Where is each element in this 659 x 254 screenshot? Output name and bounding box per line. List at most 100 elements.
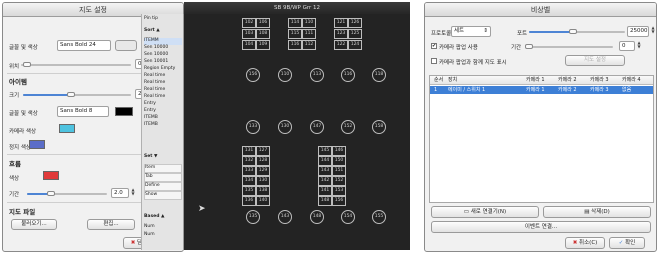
list-item[interactable]: Entry [144, 101, 182, 108]
parking-stall[interactable]: 128 [256, 156, 270, 166]
edit-button[interactable]: 편집... [87, 219, 135, 230]
column-header[interactable]: 카메라 2 [558, 76, 577, 85]
port-slider-knob[interactable] [569, 29, 577, 34]
camera-color-swatch[interactable] [59, 124, 75, 133]
parking-stall[interactable]: 111 [302, 29, 316, 39]
parking-stall[interactable]: 138 [256, 186, 270, 196]
position-slider-knob[interactable] [23, 62, 31, 67]
font-value-field[interactable]: Sans Bold 24 [57, 40, 111, 51]
parking-stall[interactable]: 135 [242, 186, 256, 196]
parking-stall[interactable]: 103 [242, 29, 256, 39]
parking-stall[interactable]: 108 [256, 29, 270, 39]
list-item[interactable]: Define [144, 182, 182, 191]
parking-stall[interactable]: 126 [348, 18, 362, 28]
parking-stall[interactable]: 124 [348, 40, 362, 50]
list-item[interactable]: Entry [144, 108, 182, 115]
size-slider[interactable] [23, 92, 131, 97]
camera-marker[interactable]: 152 [341, 120, 355, 134]
parking-stall[interactable]: 115 [288, 29, 302, 39]
interval-value-field[interactable]: 2.0 [111, 188, 129, 198]
map-settings-button[interactable]: 지도 설정 [565, 55, 625, 66]
camera-marker[interactable]: 154 [341, 210, 355, 224]
cancel-button[interactable]: ✖ 취소(C) [565, 237, 605, 249]
list-item[interactable]: Real time [144, 80, 182, 87]
camera-marker[interactable]: 130 [278, 120, 292, 134]
parking-stall[interactable]: 145 [318, 146, 332, 156]
period-stepper[interactable]: ▲ ▼ [637, 41, 641, 49]
list-item[interactable]: Tab [144, 173, 182, 182]
parking-stall[interactable]: 110 [302, 18, 316, 28]
column-header[interactable]: 장치 [448, 76, 457, 85]
parking-stall[interactable]: 123 [334, 29, 348, 39]
interval-slider[interactable] [27, 191, 107, 196]
parking-stall[interactable]: 109 [256, 40, 270, 50]
parking-stall[interactable]: 129 [256, 166, 270, 176]
list-item[interactable]: ITEMB [144, 122, 182, 129]
list-item[interactable]: Num [144, 224, 182, 232]
show-map-checkbox[interactable] [431, 58, 437, 64]
flow-color-swatch[interactable] [43, 171, 59, 180]
camera-marker[interactable]: 148 [310, 210, 324, 224]
parking-stall[interactable]: 116 [288, 40, 302, 50]
camera-marker[interactable]: 156 [246, 68, 260, 82]
port-slider[interactable] [529, 29, 625, 34]
parking-stall[interactable]: 114 [288, 18, 302, 28]
camera-marker[interactable]: 135 [246, 210, 260, 224]
parking-stall[interactable]: 102 [242, 18, 256, 28]
camera-marker[interactable]: 155 [372, 210, 386, 224]
list-item[interactable]: Show [144, 191, 182, 200]
event-connection-button[interactable]: 이벤트 연결... [431, 221, 651, 233]
icon-font-color-swatch[interactable] [115, 107, 133, 116]
parking-stall[interactable]: 153 [332, 186, 346, 196]
column-header[interactable]: 카메라 4 [622, 76, 641, 85]
parking-stall[interactable]: 131 [242, 146, 256, 156]
load-button[interactable]: 불러오기... [11, 219, 57, 230]
parking-stall[interactable]: 127 [256, 146, 270, 156]
parking-stall[interactable]: 130 [256, 176, 270, 186]
list-item[interactable]: Real time [144, 87, 182, 94]
size-slider-knob[interactable] [67, 92, 75, 97]
list-item[interactable]: Sen 10001 [144, 59, 182, 66]
parking-stall[interactable]: 132 [242, 156, 256, 166]
delete-button[interactable]: ▤ 삭제(D) [543, 206, 651, 218]
camera-marker[interactable]: 118 [372, 68, 386, 82]
list-item[interactable]: Sen 10000 [144, 52, 182, 59]
port-stepper[interactable]: ▲ ▼ [651, 26, 655, 34]
period-slider-knob[interactable] [525, 44, 533, 49]
camera-marker[interactable]: 110 [278, 68, 292, 82]
camera-marker[interactable]: 113 [310, 68, 324, 82]
parking-stall[interactable]: 142 [318, 176, 332, 186]
parking-stall[interactable]: 140 [256, 196, 270, 206]
parking-stall[interactable]: 143 [318, 166, 332, 176]
ok-button[interactable]: ✓ 확인 [609, 237, 645, 249]
group-color-swatch[interactable] [29, 140, 45, 149]
parking-stall[interactable]: 134 [242, 176, 256, 186]
protocol-select[interactable]: 세트 ⇕ [451, 26, 491, 37]
list-item[interactable]: Region Empty [144, 66, 182, 73]
camera-marker[interactable]: 158 [372, 120, 386, 134]
parking-stall[interactable]: 148 [318, 196, 332, 206]
column-header[interactable]: 카메라 1 [526, 76, 545, 85]
map-canvas[interactable]: 102 106 114 110 121 126 103 108 115 111 123 125 104 1… [184, 14, 410, 250]
camera-marker[interactable]: 116 [341, 68, 355, 82]
parking-stall[interactable]: 151 [332, 166, 346, 176]
interval-slider-knob[interactable] [47, 191, 55, 196]
list-item[interactable]: Real time [144, 73, 182, 80]
period-slider[interactable] [525, 44, 613, 49]
camera-popup-checkbox[interactable]: ✔ [431, 43, 437, 49]
parking-stall[interactable]: 144 [318, 156, 332, 166]
table-row[interactable]: 1 에이미 / 스위치 1 카메라 1 카메라 2 카메라 3 없음 [430, 86, 653, 94]
interval-stepper[interactable]: ▲ ▼ [131, 188, 135, 196]
parking-stall[interactable]: 125 [348, 29, 362, 39]
parking-stall[interactable]: 133 [242, 166, 256, 176]
list-item[interactable]: ITEMB [144, 115, 182, 122]
list-item[interactable]: Sen 10000 [144, 45, 182, 52]
camera-marker[interactable]: 143 [278, 210, 292, 224]
list-item[interactable]: Num [144, 232, 182, 240]
parking-stall[interactable]: 112 [302, 40, 316, 50]
list-item[interactable]: ITEMM [144, 38, 182, 45]
parking-stall[interactable]: 156 [332, 196, 346, 206]
parking-stall[interactable]: 106 [256, 18, 270, 28]
font-color-button[interactable] [115, 40, 137, 51]
column-header[interactable]: 순서 [434, 76, 443, 85]
